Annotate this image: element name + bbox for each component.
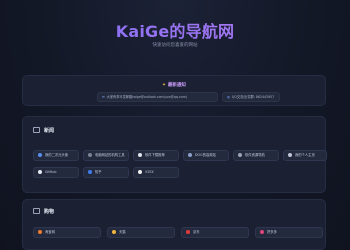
link-label: 电脑网站的机构工具 [95, 153, 125, 157]
link-label: 拼多多 [267, 230, 277, 234]
link-card[interactable]: 拼多多 [255, 227, 323, 238]
site-icon [138, 152, 142, 157]
taobao-icon [38, 229, 42, 234]
link-label: 软件下载推荐 [145, 153, 165, 157]
link-card[interactable]: GitHub [33, 167, 79, 178]
navigation-page: KaiGe的导航网 快速访问您喜爱的网站 ✦ 最新通知 ✉ 大家有事可发邮箱kaig… [0, 0, 350, 250]
link-card[interactable]: 软件资源导航 [233, 150, 279, 161]
qq-pill[interactable]: ◍ QQ交流/反馈群: 862443957 [222, 92, 280, 102]
site-icon [88, 152, 92, 157]
pinduoduo-icon [260, 229, 264, 234]
link-card[interactable]: 知乎 [83, 167, 129, 178]
zhihu-icon [88, 169, 92, 174]
news-icon [33, 127, 40, 133]
section-header: 购物 [33, 208, 54, 215]
github-icon [38, 169, 42, 174]
link-card[interactable]: 电脑网站的机构工具 [83, 150, 129, 161]
sparkle-icon: ✦ [162, 83, 166, 88]
notice-title: ✦ 最新通知 [23, 82, 325, 88]
email-text: 大家有事可发邮箱kaige@outlook.com(uvx@qq.com) [106, 95, 187, 99]
section-shopping: 购物 淘宝网 天猫 京东 拼多多 [22, 199, 326, 250]
link-card[interactable]: 我的个人主页 [283, 150, 327, 161]
link-card[interactable]: 软件下载推荐 [133, 150, 179, 161]
site-icon [188, 152, 192, 157]
email-pill[interactable]: ✉ 大家有事可发邮箱kaige@outlook.com(uvx@qq.com) [97, 92, 218, 102]
link-label: 天猫 [119, 230, 126, 234]
link-card[interactable]: 天猫 [107, 227, 175, 238]
page-subtitle: 快速访问您喜爱的网站 [152, 43, 198, 48]
link-label: V2EX [145, 170, 154, 174]
site-icon [238, 152, 242, 157]
link-label: GitHub [45, 170, 57, 174]
cart-icon [33, 208, 40, 214]
section-title: 新闻 [44, 128, 55, 134]
site-icon [288, 152, 292, 157]
chat-icon: ◍ [227, 95, 230, 99]
link-card[interactable]: V2EX [133, 167, 179, 178]
link-label: 京东 [193, 230, 200, 234]
v2ex-icon [138, 169, 142, 174]
jd-icon [186, 229, 190, 234]
section-news: 新闻 我的二次元头像 电脑网站的机构工具 软件下载推荐 DOG的高频站 软件资源… [22, 116, 327, 193]
link-label: 知乎 [95, 170, 102, 174]
page-title: KaiGe的导航网 [0, 18, 350, 42]
qq-text: QQ交流/反馈群: 862443957 [231, 95, 275, 99]
link-card[interactable]: 我的二次元头像 [33, 150, 79, 161]
section-title: 购物 [44, 209, 55, 215]
mail-icon: ✉ [102, 95, 105, 99]
link-card[interactable]: 京东 [181, 227, 249, 238]
notice-title-text: 最新通知 [167, 83, 186, 88]
notice-card: ✦ 最新通知 ✉ 大家有事可发邮箱kaige@outlook.com(uvx@qq.… [22, 75, 326, 106]
link-label: 我的个人主页 [295, 153, 315, 157]
link-label: 淘宝网 [45, 230, 55, 234]
site-icon [38, 152, 42, 157]
link-label: DOG的高频站 [195, 153, 216, 157]
link-card[interactable]: DOG的高频站 [183, 150, 229, 161]
link-label: 我的二次元头像 [45, 153, 69, 157]
tmall-icon [112, 229, 116, 234]
link-card[interactable]: 淘宝网 [33, 227, 101, 238]
section-header: 新闻 [33, 127, 54, 134]
link-label: 软件资源导航 [245, 153, 265, 157]
